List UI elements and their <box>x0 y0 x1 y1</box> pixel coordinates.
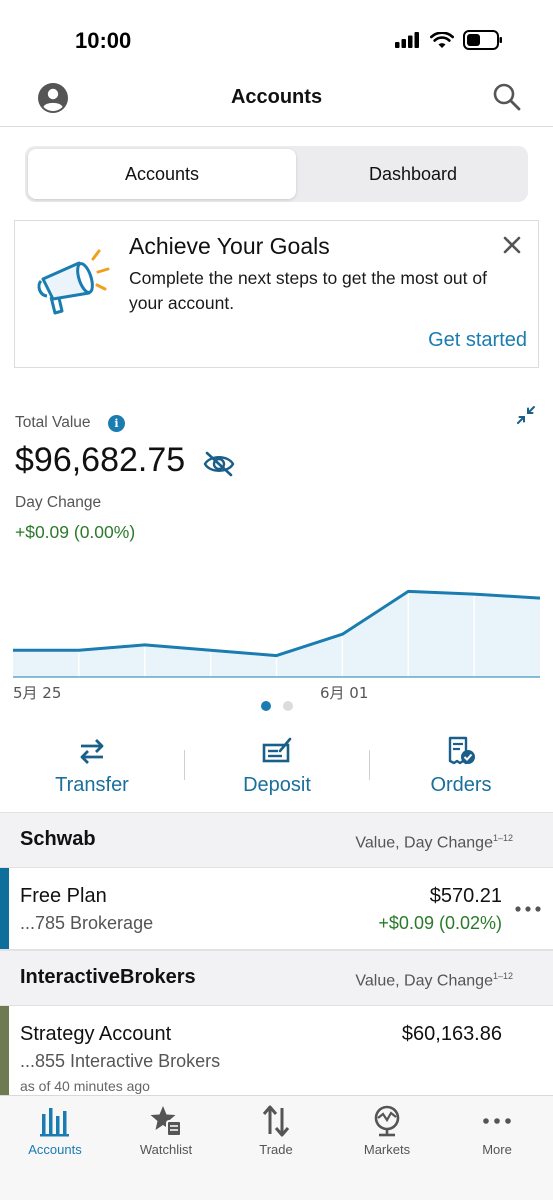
check-deposit-icon <box>262 737 292 763</box>
status-icons <box>395 30 503 50</box>
transfer-label: Transfer <box>55 774 129 796</box>
segment-dashboard[interactable]: Dashboard <box>301 149 525 199</box>
section-header-interactivebrokers: InteractiveBrokers Value, Day Change1–12 <box>0 950 553 1006</box>
page-title: Accounts <box>230 86 323 108</box>
tab-label: Watchlist <box>139 1142 193 1157</box>
section-meta: Value, Day Change1–12 <box>355 971 513 990</box>
account-value: $60,163.86 <box>401 1023 502 1045</box>
section-meta-label: Value, Day Change <box>355 834 493 852</box>
get-started-link[interactable]: Get started <box>428 329 527 352</box>
total-value: $96,682.75 <box>15 441 186 479</box>
section-meta-label: Value, Day Change <box>355 972 493 990</box>
orders-button[interactable]: Orders <box>369 730 553 810</box>
goals-card: Achieve Your Goals Complete the next ste… <box>14 220 539 368</box>
page-dot[interactable] <box>282 701 293 711</box>
search-icon[interactable] <box>492 82 522 112</box>
section-header-schwab: Schwab Value, Day Change1–12 <box>0 812 553 868</box>
tab-accounts[interactable]: Accounts <box>0 1104 110 1157</box>
collapse-icon[interactable] <box>516 405 536 425</box>
account-name: Strategy Account <box>20 1023 172 1045</box>
cellular-signal-icon <box>395 32 419 48</box>
account-number: ...855 Interactive Brokers <box>20 1051 221 1071</box>
transfer-button[interactable]: Transfer <box>0 730 184 810</box>
account-value: $570.21 <box>429 885 502 907</box>
nav-bar: Accounts <box>0 72 553 127</box>
markets-globe-icon <box>374 1105 400 1137</box>
segment-accounts[interactable]: Accounts <box>28 149 296 199</box>
tab-trade[interactable]: Trade <box>221 1104 331 1157</box>
battery-icon <box>463 30 502 50</box>
orders-label: Orders <box>430 774 492 796</box>
account-row-free-plan[interactable]: Free Plan ...785 Brokerage $570.21 +$0.0… <box>0 868 553 950</box>
account-row-strategy-account[interactable]: Strategy Account ...855 Interactive Brok… <box>0 1006 553 1106</box>
more-options-icon[interactable] <box>514 904 542 914</box>
orders-icon <box>448 736 475 765</box>
accounts-bars-icon <box>40 1108 69 1137</box>
more-dots-icon <box>483 1118 511 1124</box>
tab-markets[interactable]: Markets <box>332 1104 442 1157</box>
watchlist-star-icon <box>150 1106 182 1137</box>
account-accent-bar <box>0 1006 9 1106</box>
info-icon[interactable]: i <box>108 415 125 432</box>
close-icon[interactable] <box>502 235 522 255</box>
footnote-marker[interactable]: 1–12 <box>493 971 513 981</box>
day-change-label: Day Change <box>15 494 102 511</box>
tab-label: More <box>482 1142 512 1157</box>
tab-label: Accounts <box>28 1142 82 1157</box>
portfolio-chart[interactable]: 5月 25 6月 01 <box>0 565 553 705</box>
chart-x-tick-label: 5月 25 <box>13 684 61 702</box>
account-number: ...785 Brokerage <box>20 913 154 933</box>
bottom-tab-bar: Accounts Watchlist Trade Markets More <box>0 1095 553 1200</box>
chart-page-indicator <box>0 701 553 711</box>
section-name: Schwab <box>20 828 96 850</box>
section-name: InteractiveBrokers <box>20 966 196 988</box>
account-accent-bar <box>0 868 9 949</box>
status-bar: 10:00 <box>0 0 553 80</box>
tab-more[interactable]: More <box>442 1104 552 1157</box>
chart-x-tick-label: 6月 01 <box>320 684 368 702</box>
trade-arrows-icon <box>262 1105 290 1137</box>
day-change-value: +$0.09 (0.00%) <box>15 522 136 542</box>
wifi-icon <box>430 31 454 48</box>
hide-balance-icon[interactable] <box>203 450 235 478</box>
goals-title: Achieve Your Goals <box>129 233 330 259</box>
view-segmented-control: Accounts Dashboard <box>25 146 528 202</box>
goals-description: Complete the next steps to get the most … <box>129 268 487 313</box>
total-value-label: Total Value <box>15 414 91 431</box>
account-day-change: +$0.09 (0.02%) <box>378 913 502 933</box>
section-meta: Value, Day Change1–12 <box>355 833 513 852</box>
megaphone-icon <box>37 249 110 315</box>
account-name: Free Plan <box>20 885 107 907</box>
deposit-button[interactable]: Deposit <box>185 730 369 810</box>
deposit-label: Deposit <box>243 774 311 796</box>
transfer-icon <box>80 739 104 764</box>
tab-label: Markets <box>363 1142 411 1157</box>
tab-label: Trade <box>259 1142 293 1157</box>
quick-actions: Transfer Deposit Orders <box>0 730 553 810</box>
status-time: 10:00 <box>75 28 132 53</box>
tab-watchlist[interactable]: Watchlist <box>111 1104 221 1157</box>
footnote-marker[interactable]: 1–12 <box>493 833 513 843</box>
page-dot-active[interactable] <box>260 701 271 711</box>
as-of-timestamp: as of 40 minutes ago <box>20 1078 150 1094</box>
